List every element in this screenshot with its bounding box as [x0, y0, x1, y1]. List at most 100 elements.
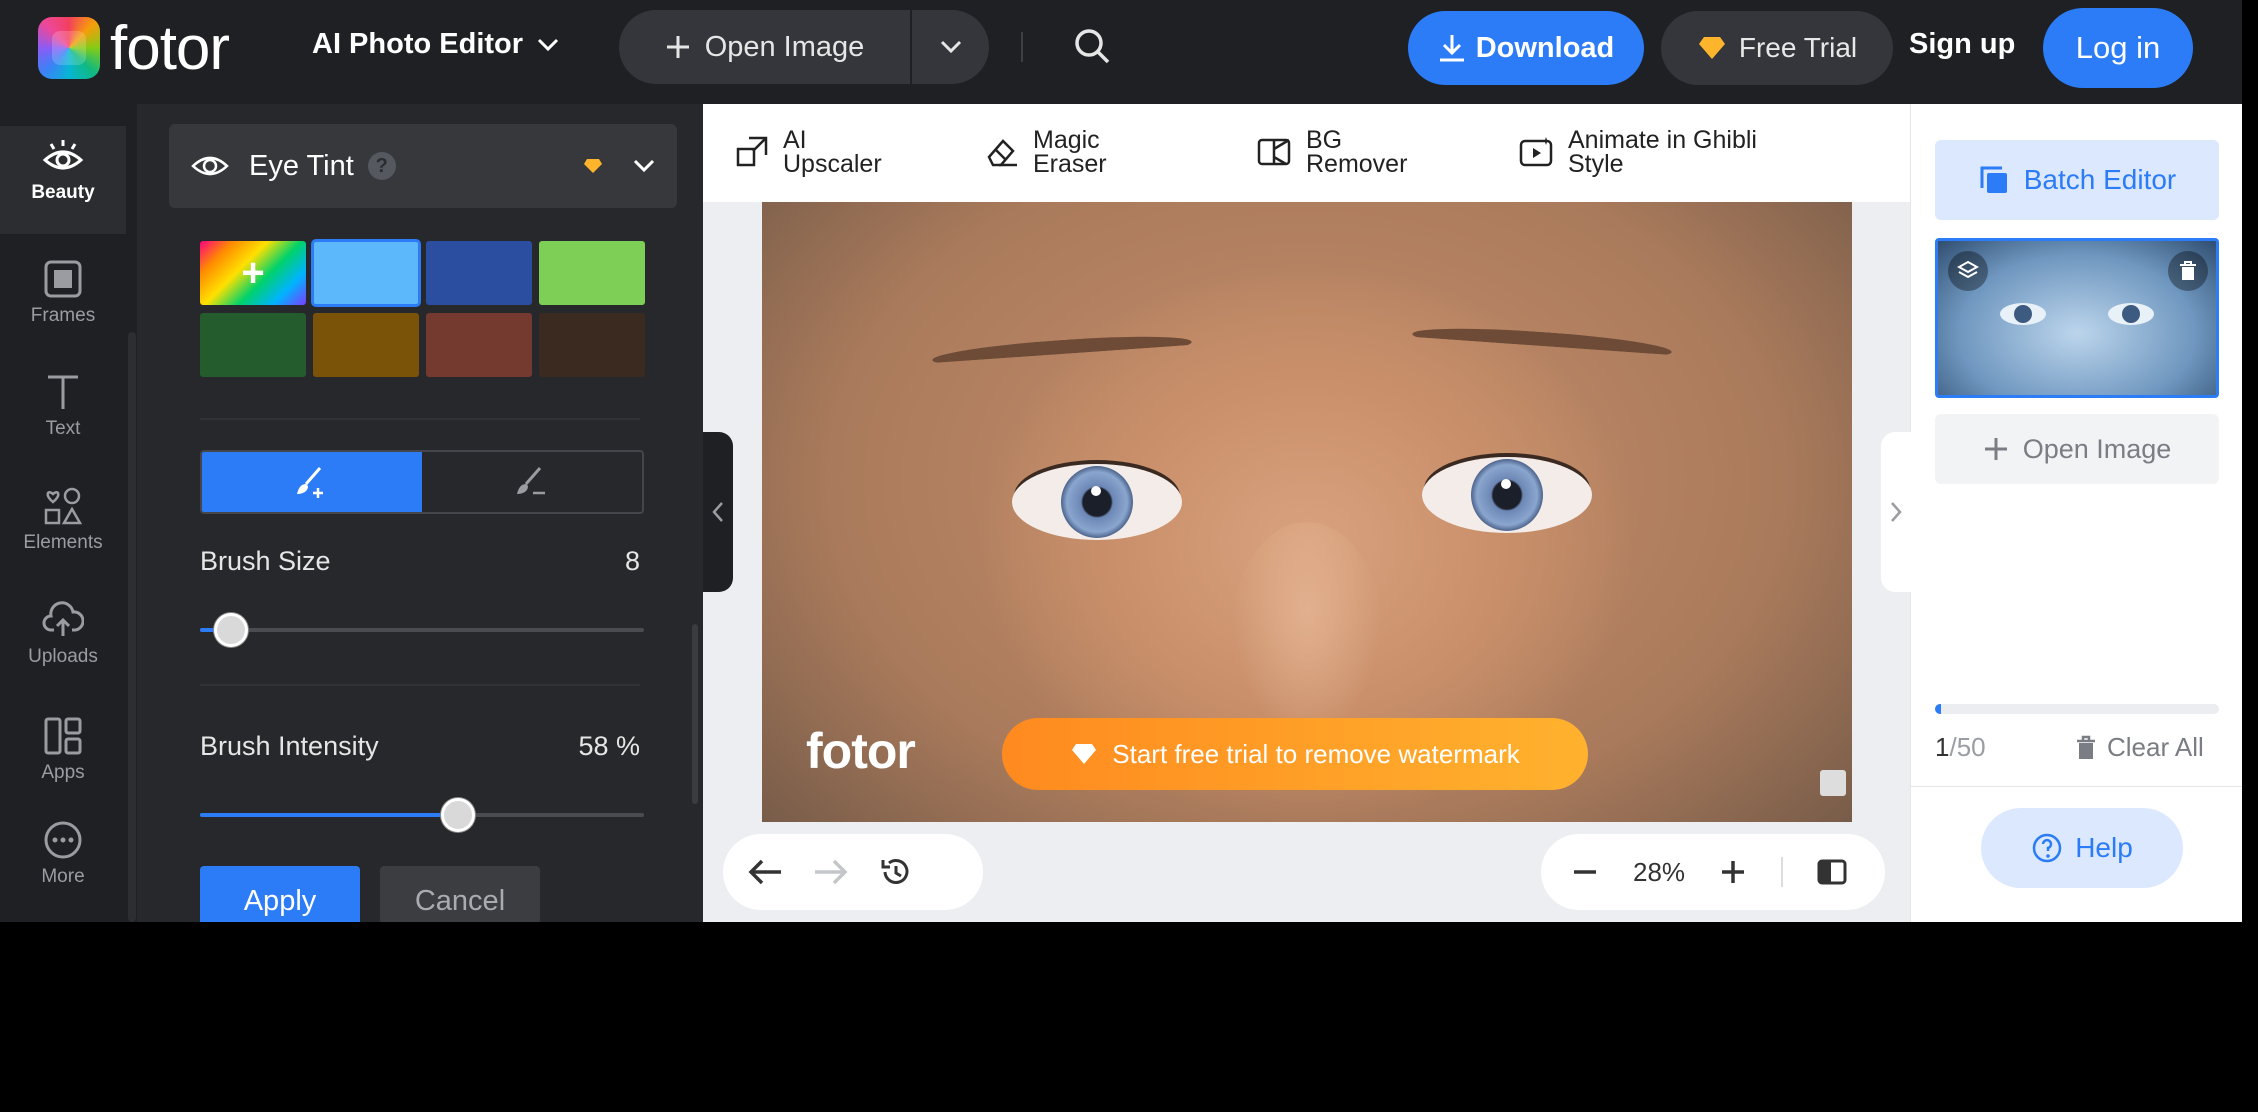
- open-image-button[interactable]: Open Image: [1935, 414, 2219, 484]
- color-swatch-dark-green[interactable]: [200, 313, 306, 377]
- batch-icon: [1978, 164, 2010, 196]
- download-icon: [1438, 33, 1466, 63]
- top-bar: fotor AI Photo Editor Open Image Downloa…: [0, 0, 2242, 104]
- product-menu[interactable]: AI Photo Editor: [312, 28, 559, 61]
- delete-icon[interactable]: [2168, 251, 2208, 291]
- scrollbar[interactable]: [692, 624, 698, 804]
- rail-item-frames[interactable]: Frames: [0, 259, 126, 327]
- batch-editor-button[interactable]: Batch Editor: [1935, 140, 2219, 220]
- premium-diamond-icon: [583, 158, 603, 174]
- chevron-right-icon: [1889, 501, 1903, 523]
- brush-intensity-value: 58 %: [578, 731, 640, 762]
- scrollbar[interactable]: [128, 332, 136, 922]
- log-in-button[interactable]: Log in: [2043, 8, 2193, 88]
- rail-item-apps[interactable]: Apps: [0, 716, 126, 784]
- animate-ghibli-tool[interactable]: Animate in GhibliStyle: [1518, 128, 1757, 176]
- slider-handle[interactable]: [441, 798, 475, 832]
- iris: [1061, 466, 1133, 538]
- help-icon[interactable]: ?: [368, 152, 396, 180]
- compare-icon[interactable]: [1817, 858, 1847, 886]
- image-count-current: 1: [1935, 732, 1949, 762]
- thumb-eye: [2108, 303, 2154, 325]
- expand-right-panel-button[interactable]: [1881, 432, 1911, 592]
- eye-tint-panel: Eye Tint ? + Bru: [137, 104, 703, 922]
- brush-size-slider[interactable]: [200, 628, 644, 632]
- color-swatch-amber[interactable]: [313, 313, 419, 377]
- clear-all-button[interactable]: Clear All: [2075, 732, 2204, 763]
- divider: [200, 418, 640, 420]
- rail-item-beauty[interactable]: Beauty: [0, 126, 126, 234]
- rail-label: Beauty: [31, 182, 94, 204]
- remove-watermark-button[interactable]: Start free trial to remove watermark: [1002, 718, 1588, 790]
- rail-label: Apps: [41, 762, 84, 784]
- rail-label: More: [41, 866, 84, 888]
- layers-icon[interactable]: [1948, 251, 1988, 291]
- fotor-logo[interactable]: fotor: [38, 16, 229, 80]
- download-button[interactable]: Download: [1408, 11, 1644, 85]
- free-trial-button[interactable]: Free Trial: [1661, 11, 1893, 85]
- collapse-panel-button[interactable]: [703, 432, 733, 592]
- open-image-button[interactable]: Open Image: [619, 10, 912, 84]
- open-image-label: Open Image: [705, 31, 865, 64]
- upscale-icon: [735, 135, 769, 169]
- ai-upscaler-tool[interactable]: AIUpscaler: [735, 128, 882, 176]
- thumb-eye: [2000, 303, 2046, 325]
- rail-item-more[interactable]: More: [0, 820, 126, 888]
- tool-label-line2: Style: [1568, 150, 1624, 178]
- rail-item-text[interactable]: Text: [0, 372, 126, 440]
- iris: [1471, 459, 1543, 531]
- brush-size-label: Brush Size: [200, 546, 331, 577]
- chevron-down-icon: [940, 40, 962, 54]
- search-icon[interactable]: [1072, 26, 1112, 71]
- custom-color-swatch[interactable]: +: [200, 241, 306, 305]
- history-controls: [723, 834, 983, 910]
- brush-add-button[interactable]: [202, 452, 422, 512]
- sign-up-link[interactable]: Sign up: [1909, 28, 2015, 61]
- divider: [1021, 32, 1023, 62]
- history-icon[interactable]: [879, 855, 913, 889]
- ai-tools-bar: AIUpscaler MagicEraser BGRemover Animate…: [703, 104, 1910, 202]
- animate-icon: [1518, 135, 1554, 169]
- zoom-in-icon[interactable]: [1719, 858, 1747, 886]
- trash-icon: [2075, 735, 2097, 761]
- image-thumbnail[interactable]: [1935, 238, 2219, 398]
- cancel-button[interactable]: Cancel: [380, 866, 540, 922]
- color-swatch-light-blue[interactable]: [313, 241, 419, 305]
- workspace: AIUpscaler MagicEraser BGRemover Animate…: [703, 104, 1910, 922]
- free-trial-label: Free Trial: [1739, 32, 1857, 64]
- color-swatch-dark-brown[interactable]: [539, 313, 645, 377]
- brush-intensity-slider[interactable]: [200, 813, 644, 817]
- zoom-out-icon[interactable]: [1571, 858, 1599, 886]
- image-count-total: /50: [1949, 732, 1985, 762]
- bg-remover-tool[interactable]: BGRemover: [1256, 128, 1407, 176]
- color-swatch-blue[interactable]: [426, 241, 532, 305]
- panel-title: Eye Tint: [249, 150, 354, 183]
- chevron-down-icon[interactable]: [633, 159, 655, 173]
- open-image-dropdown[interactable]: [912, 40, 989, 54]
- help-button[interactable]: Help: [1981, 808, 2183, 888]
- image-canvas[interactable]: fotor Start free trial to remove waterma…: [762, 202, 1852, 822]
- product-menu-label: AI Photo Editor: [312, 28, 523, 61]
- undo-icon[interactable]: [747, 857, 783, 887]
- help-label: Help: [2075, 832, 2133, 864]
- divider: [1911, 786, 2242, 787]
- open-image-group: Open Image: [619, 10, 989, 84]
- apply-button[interactable]: Apply: [200, 866, 360, 922]
- brush-erase-button[interactable]: [422, 452, 642, 512]
- magic-eraser-tool[interactable]: MagicEraser: [983, 128, 1107, 176]
- batch-progress-bar: [1935, 704, 2219, 714]
- panel-header[interactable]: Eye Tint ?: [169, 124, 677, 208]
- color-swatch-green[interactable]: [539, 241, 645, 305]
- clear-all-label: Clear All: [2107, 732, 2204, 763]
- watermark-logo: fotor: [806, 722, 915, 780]
- chevron-down-icon: [537, 38, 559, 52]
- rail-item-elements[interactable]: Elements: [0, 486, 126, 554]
- rail-item-uploads[interactable]: Uploads: [0, 600, 126, 668]
- color-swatch-brown-red[interactable]: [426, 313, 532, 377]
- upload-icon: [42, 600, 84, 640]
- zoom-level[interactable]: 28%: [1633, 857, 1685, 888]
- slider-handle[interactable]: [214, 613, 248, 647]
- redo-icon[interactable]: [813, 857, 849, 887]
- rail-label: Text: [46, 418, 81, 440]
- open-image-label: Open Image: [2023, 434, 2172, 465]
